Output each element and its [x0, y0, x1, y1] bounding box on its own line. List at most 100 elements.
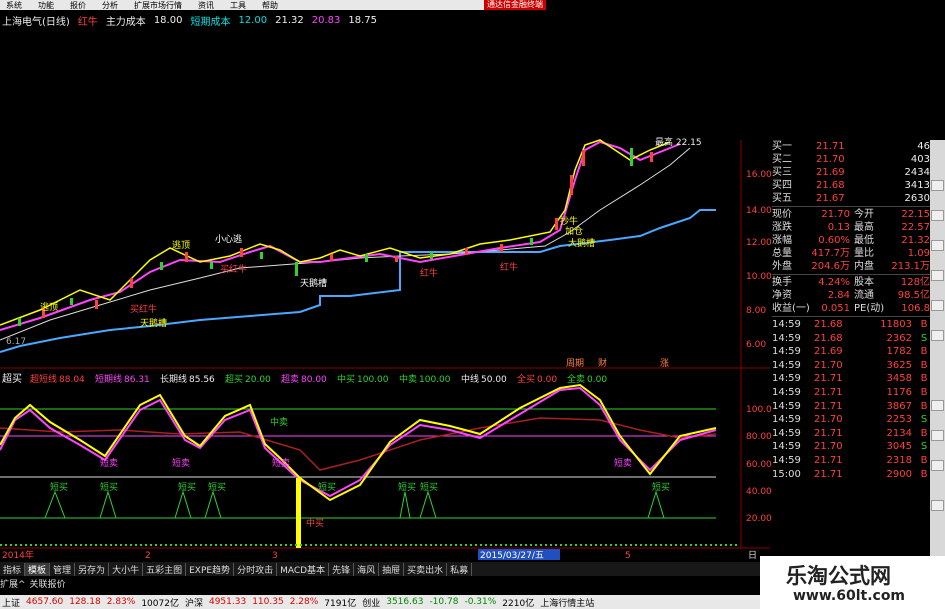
tab-8[interactable]: MACD基本 — [277, 562, 330, 576]
tick-volume: 2318 — [886, 454, 912, 466]
tab-7[interactable]: 分时攻击 — [234, 562, 278, 576]
date-left: 2014年 — [2, 549, 34, 561]
tick-side: B — [920, 427, 928, 439]
tab-5[interactable]: 五彩主图 — [143, 562, 187, 576]
scroll-button-9[interactable] — [931, 460, 944, 471]
top-label: 最高 22.15 — [655, 136, 702, 148]
tick-time: 14:59 — [772, 400, 801, 412]
tab-6[interactable]: EXPE趋势 — [186, 562, 235, 576]
period-label-1: 周期 — [566, 358, 584, 369]
stat-label: 涨幅 — [772, 235, 792, 246]
ind-tag-buy-2: 短买 — [100, 481, 118, 493]
ind-value-4: 80.00 — [301, 375, 327, 385]
expand-tab[interactable]: 扩展^ — [0, 577, 26, 590]
stat-value: 1.09 — [907, 248, 930, 259]
tick-time: 14:59 — [772, 373, 801, 385]
price-axis-label: 16.00 — [746, 170, 772, 180]
tick-side: B — [920, 346, 928, 358]
tab-10[interactable]: 海风 — [354, 562, 380, 576]
tab-1[interactable]: 模板 — [25, 562, 51, 576]
tick-side: B — [920, 386, 928, 398]
date-right[interactable]: 日 — [748, 550, 757, 561]
scroll-button-4[interactable] — [931, 270, 944, 281]
stat-value: 417.7万 — [811, 248, 850, 259]
stat-label: 外盘 — [772, 261, 792, 272]
tick-time: 14:59 — [772, 414, 801, 426]
quote-divider — [772, 274, 930, 275]
stat-row: 现价 21.70 今开 22.15 — [772, 208, 930, 221]
scroll-button-6[interactable] — [931, 330, 944, 341]
tick-row: 14:59 21.68 2362 S — [772, 332, 930, 346]
tab-4[interactable]: 大小牛 — [109, 562, 144, 576]
tick-price: 21.71 — [814, 386, 843, 398]
ind-tag-sell-2: 短卖 — [172, 457, 190, 469]
scroll-button-5[interactable] — [931, 300, 944, 311]
bid-volume: 2630 — [904, 193, 930, 204]
chart-area[interactable]: 16.0014.0012.0010.008.006.00 逃顶 逃顶 小心逃 买… — [0, 0, 772, 562]
watermark-title: 乐淘公式网 — [786, 564, 891, 588]
tick-price: 21.70 — [814, 441, 843, 453]
tag-buy-2: 买红牛 — [220, 263, 247, 275]
tick-time: 15:00 — [772, 468, 801, 480]
scroll-button-10[interactable] — [931, 500, 944, 511]
tab-0[interactable]: 指标 — [0, 562, 26, 576]
tab-13[interactable]: 私募 — [447, 562, 473, 576]
tick-time: 14:59 — [772, 346, 801, 358]
status-item: 128.18 — [69, 597, 101, 607]
bid-row[interactable]: 买二 21.70 403 — [772, 153, 930, 166]
ind-axis-label: 40.00 — [746, 487, 772, 497]
stat-label: 最高 — [854, 222, 874, 233]
tab-9[interactable]: 先锋 — [329, 562, 355, 576]
stat-label: 换手 — [772, 277, 792, 288]
ind-label-1: 短期线 — [95, 373, 122, 385]
tab-3[interactable]: 另存为 — [75, 562, 110, 576]
buy-signal-lines — [44, 490, 665, 519]
scroll-button-3[interactable] — [931, 240, 944, 251]
ind-axis-label: 100.00 — [746, 405, 772, 415]
status-item: 4951.33 — [208, 597, 247, 607]
stat-row: 净资 2.84 流通 98.5亿 — [772, 289, 930, 302]
tab-2[interactable]: 管理 — [50, 562, 76, 576]
bid-row[interactable]: 买一 21.71 46 — [772, 140, 930, 153]
status-item: 4657.60 — [26, 597, 64, 607]
bid-row[interactable]: 买四 21.68 3413 — [772, 179, 930, 192]
bid-price: 21.67 — [816, 193, 845, 204]
indicator-axis: 100.00 80.00 60.00 40.00 20.00 — [746, 405, 772, 524]
tag-big-swan: 大鹅槽 — [568, 237, 595, 249]
status-item: 2210亿 — [502, 598, 535, 609]
indicator-title[interactable]: 超买 — [2, 372, 22, 385]
tick-row: 14:59 21.68 11803 B — [772, 318, 930, 332]
scroll-button-8[interactable] — [931, 430, 944, 441]
tick-price: 21.71 — [814, 400, 843, 412]
ind-label-2: 长期线 — [160, 373, 187, 385]
sub-tab-bar: 扩展^ 关联报价 — [0, 577, 66, 590]
tick-volume: 3458 — [886, 373, 912, 385]
bid-label: 买二 — [772, 154, 792, 165]
quote-divider — [772, 206, 930, 207]
ind-tag-mid-sell: 中卖 — [270, 416, 288, 428]
tick-time: 14:59 — [772, 454, 801, 466]
related-quote-tab[interactable]: 关联报价 — [30, 577, 66, 590]
date-m3: 3 — [272, 551, 278, 561]
vertical-scrollbar[interactable] — [930, 140, 945, 560]
stat-label: 现价 — [772, 209, 792, 220]
tick-row: 14:59 21.69 1782 B — [772, 345, 930, 359]
status-item: -10.78 — [429, 597, 459, 607]
bid-row[interactable]: 买五 21.67 2630 — [772, 192, 930, 205]
tick-time: 14:59 — [772, 386, 801, 398]
quote-divider — [772, 316, 930, 317]
tick-time: 14:59 — [772, 319, 801, 330]
bid-row[interactable]: 买三 21.69 2434 — [772, 166, 930, 179]
tick-price: 21.68 — [814, 332, 843, 344]
formula-tab-bar: 指标 模板 管理 另存为 大小牛 五彩主图 EXPE趋势 分时攻击 MACD基本 先锋 海风 抽屉 买卖… — [0, 562, 766, 576]
tag-escape-2: 逃顶 — [172, 239, 190, 251]
tab-11[interactable]: 抽屉 — [379, 562, 405, 576]
ind-tag-buy-7: 短买 — [420, 481, 438, 493]
scroll-button-1[interactable] — [931, 180, 944, 191]
scroll-button-2[interactable] — [931, 210, 944, 221]
tick-time: 14:59 — [772, 332, 801, 344]
tab-12[interactable]: 买卖出水 — [404, 562, 448, 576]
tick-volume: 3045 — [886, 441, 912, 453]
scroll-button-7[interactable] — [931, 400, 944, 411]
stat-value: 98.5亿 — [897, 290, 930, 301]
